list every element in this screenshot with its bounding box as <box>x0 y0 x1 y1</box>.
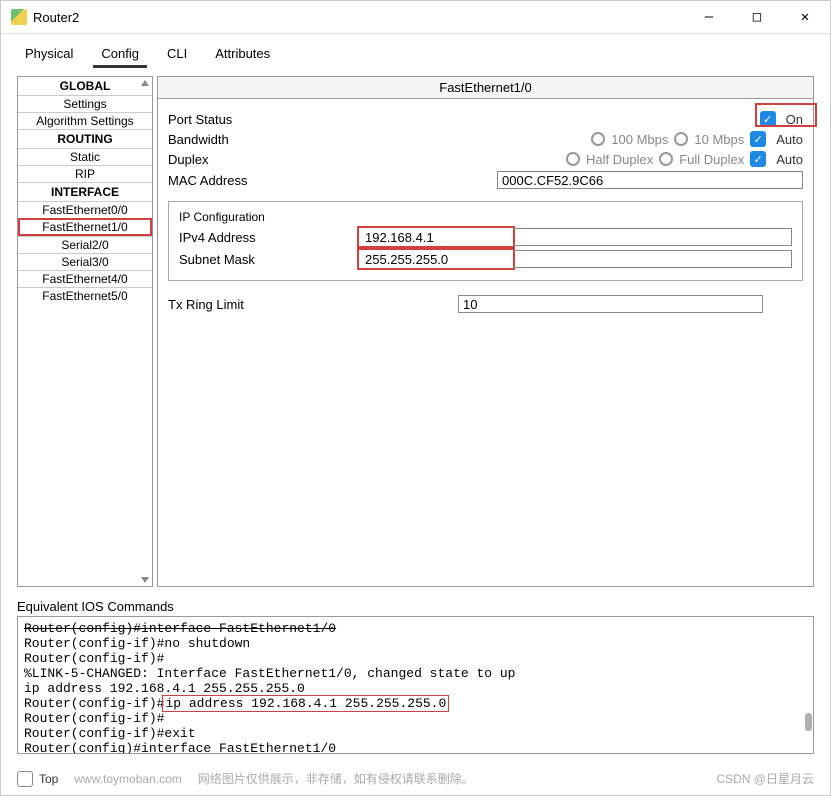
maximize-button[interactable] <box>742 7 772 27</box>
bw-auto-checkbox[interactable] <box>750 131 766 147</box>
sidebar: GLOBAL Settings Algorithm Settings ROUTI… <box>17 76 153 587</box>
window-title: Router2 <box>33 10 694 25</box>
top-checkbox[interactable] <box>17 771 33 787</box>
ios-output[interactable]: Router(config)#interface FastEthernet1/0… <box>17 616 814 754</box>
scroll-down-icon <box>141 577 149 583</box>
top-label: Top <box>39 772 58 786</box>
tab-config[interactable]: Config <box>93 42 147 68</box>
footer: Top www.toymoban.com 网络图片仅供展示，非存储，如有侵权请联… <box>1 762 830 795</box>
row-tx: Tx Ring Limit <box>168 281 803 315</box>
dup-half-label: Half Duplex <box>586 152 653 167</box>
app-icon <box>11 9 27 25</box>
config-panel: FastEthernet1/0 Port Status On Bandwidth <box>157 76 814 587</box>
window-controls <box>694 7 820 27</box>
sidebar-item-algorithm[interactable]: Algorithm Settings <box>18 112 152 129</box>
sidebar-header-interface: INTERFACE <box>18 182 152 201</box>
duplex-label: Duplex <box>168 152 348 167</box>
port-on-label: On <box>786 112 803 127</box>
ios-title: Equivalent IOS Commands <box>17 599 814 614</box>
dup-auto-checkbox[interactable] <box>750 151 766 167</box>
tx-input[interactable] <box>458 295 763 313</box>
row-duplex: Duplex Half Duplex Full Duplex Auto <box>168 149 803 169</box>
sidebar-item-static[interactable]: Static <box>18 148 152 165</box>
mask-label: Subnet Mask <box>179 252 359 267</box>
mask-highlight <box>357 248 515 270</box>
row-mask: Subnet Mask <box>179 248 792 270</box>
panel-title: FastEthernet1/0 <box>158 77 813 99</box>
dup-full-radio[interactable] <box>659 152 673 166</box>
main-panel: GLOBAL Settings Algorithm Settings ROUTI… <box>17 76 814 587</box>
ip-config-fieldset: IP Configuration IPv4 Address <box>168 201 803 281</box>
sidebar-item-fe50[interactable]: FastEthernet5/0 <box>18 287 152 304</box>
ipv4-label: IPv4 Address <box>179 230 359 245</box>
bw-100-radio[interactable] <box>591 132 605 146</box>
bw-10-radio[interactable] <box>674 132 688 146</box>
dup-auto-label: Auto <box>776 152 803 167</box>
mask-input[interactable] <box>361 250 511 268</box>
port-controls: On <box>348 111 803 127</box>
sidebar-header-global: GLOBAL <box>18 77 152 95</box>
close-button[interactable] <box>790 7 820 27</box>
sidebar-item-rip[interactable]: RIP <box>18 165 152 182</box>
title-bar: Router2 <box>1 1 830 34</box>
row-mac: MAC Address <box>168 169 803 191</box>
app-window: Router2 Physical Config CLI Attributes G… <box>0 0 831 796</box>
ipv4-input[interactable] <box>361 228 511 246</box>
content-area: GLOBAL Settings Algorithm Settings ROUTI… <box>1 68 830 762</box>
scroll-up-icon <box>141 80 149 86</box>
ios-scrollbar-thumb[interactable] <box>805 713 812 731</box>
minimize-button[interactable] <box>694 7 724 27</box>
fieldset-title-row: IP Configuration <box>179 208 792 226</box>
ip-config-label: IP Configuration <box>179 210 265 224</box>
tab-bar: Physical Config CLI Attributes <box>1 34 830 68</box>
sidebar-item-s30[interactable]: Serial3/0 <box>18 253 152 270</box>
tab-cli[interactable]: CLI <box>159 42 195 68</box>
row-bandwidth: Bandwidth 100 Mbps 10 Mbps Auto <box>168 129 803 149</box>
dup-full-label: Full Duplex <box>679 152 744 167</box>
sidebar-header-routing: ROUTING <box>18 129 152 148</box>
row-ipv4: IPv4 Address <box>179 226 792 248</box>
bw-10-label: 10 Mbps <box>694 132 744 147</box>
bandwidth-label: Bandwidth <box>168 132 348 147</box>
tx-label: Tx Ring Limit <box>168 297 458 312</box>
duplex-controls: Half Duplex Full Duplex Auto <box>348 151 803 167</box>
bw-100-label: 100 Mbps <box>611 132 668 147</box>
sidebar-item-fe10[interactable]: FastEthernet1/0 <box>18 218 152 236</box>
ipv4-highlight <box>357 226 515 248</box>
tab-physical[interactable]: Physical <box>17 42 81 68</box>
port-status-label: Port Status <box>168 112 348 127</box>
bandwidth-controls: 100 Mbps 10 Mbps Auto <box>348 131 803 147</box>
bw-auto-label: Auto <box>776 132 803 147</box>
tab-attributes[interactable]: Attributes <box>207 42 278 68</box>
footer-note: 网络图片仅供展示，非存储，如有侵权请联系删除。 <box>198 770 474 787</box>
sidebar-item-settings[interactable]: Settings <box>18 95 152 112</box>
mac-input[interactable] <box>497 171 803 189</box>
footer-credit: CSDN @日星月云 <box>716 770 814 787</box>
port-on-checkbox[interactable] <box>760 111 776 127</box>
dup-half-radio[interactable] <box>566 152 580 166</box>
ios-cmd-highlight: ip address 192.168.4.1 255.255.255.0 <box>162 695 449 712</box>
mac-label: MAC Address <box>168 173 348 188</box>
sidebar-item-fe00[interactable]: FastEthernet0/0 <box>18 201 152 218</box>
ios-section: Equivalent IOS Commands Router(config)#i… <box>17 595 814 754</box>
footer-site: www.toymoban.com <box>74 772 181 786</box>
panel-body: Port Status On Bandwidth 100 Mbps 10 Mbp <box>158 99 813 325</box>
sidebar-scrollbar[interactable] <box>140 80 150 583</box>
row-port-status: Port Status On <box>168 109 803 129</box>
sidebar-item-fe40[interactable]: FastEthernet4/0 <box>18 270 152 287</box>
sidebar-item-s20[interactable]: Serial2/0 <box>18 236 152 253</box>
